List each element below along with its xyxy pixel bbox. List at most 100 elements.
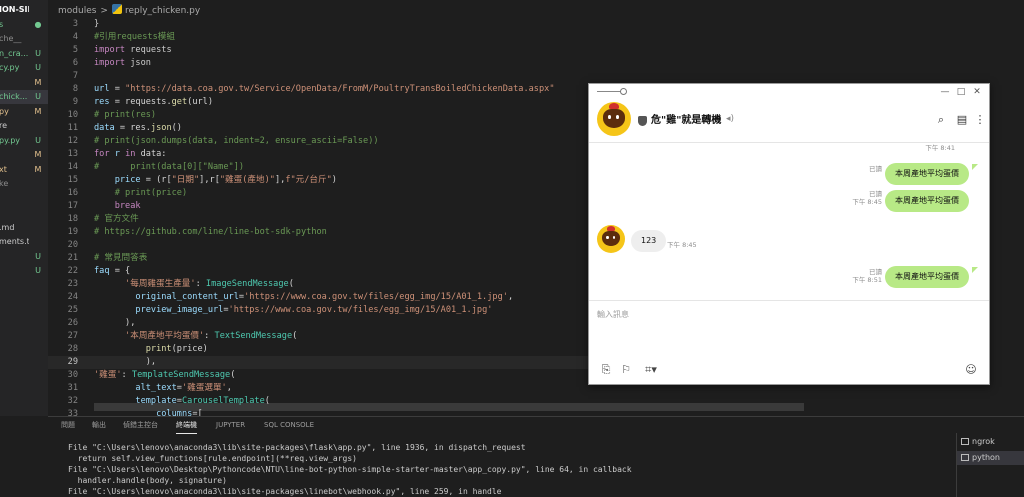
code-token: (: [264, 396, 270, 406]
code-token: # print(price): [94, 188, 188, 198]
code-line[interactable]: 5 import requests: [48, 44, 808, 57]
read-receipt: 已讀: [869, 165, 882, 173]
code-token: = requests.: [109, 97, 172, 107]
emoji-icon[interactable]: ☺: [964, 363, 978, 377]
breadcrumb-folder[interactable]: modules: [58, 6, 96, 16]
message-input[interactable]: [597, 306, 977, 322]
chat-header: 危"雞"就是轉機 ◂) ⌕ ▤ ⋮: [589, 100, 989, 143]
code-token: ),: [94, 357, 157, 367]
explorer-item[interactable]: [0, 192, 48, 206]
code-token: ,: [507, 292, 514, 302]
code-token: =: [109, 84, 126, 94]
chat-avatar[interactable]: [597, 102, 631, 136]
code-text: #引用requests模組: [94, 31, 175, 44]
explorer-item[interactable]: M: [0, 148, 48, 162]
message-bubble-in[interactable]: 123: [631, 230, 667, 252]
code-line[interactable]: 7: [48, 70, 808, 83]
explorer-item[interactable]: chick... U: [0, 90, 48, 104]
tab-jupyter[interactable]: JUPYTER: [216, 417, 245, 433]
code-line[interactable]: 3}: [48, 18, 808, 31]
terminal-icon: [961, 438, 969, 445]
explorer-item[interactable]: py M: [0, 105, 48, 119]
explorer-item[interactable]: s ●: [0, 18, 48, 32]
code-text: break: [94, 200, 141, 213]
explorer-item[interactable]: cy.py U: [0, 61, 48, 75]
explorer-item[interactable]: ke: [0, 177, 48, 191]
code-token: url: [94, 84, 110, 94]
tab-problems[interactable]: 問題: [61, 417, 75, 433]
minimize-button[interactable]: —: [939, 86, 951, 98]
window-title-bar[interactable]: — □ ✕: [589, 84, 989, 100]
explorer-item[interactable]: n_cra... U: [0, 47, 48, 61]
line-number: 8: [72, 84, 78, 94]
code-line[interactable]: 33 columns=[: [48, 408, 808, 416]
line-number: 18: [67, 214, 78, 224]
message-bubble-out[interactable]: 本周產地平均蛋價: [885, 266, 969, 288]
line-chat-window: — □ ✕ 危"雞"就是轉機 ◂) ⌕ ▤ ⋮ 下午 8:41 已讀 本周產地平…: [588, 83, 990, 385]
explorer-item[interactable]: che__: [0, 32, 48, 46]
explorer-item[interactable]: ments.txt: [0, 235, 48, 249]
message-area[interactable]: 下午 8:41 已讀 本周產地平均蛋價 已讀 下午 8:45 本周產地平均蛋價 …: [589, 143, 989, 300]
input-divider: [589, 300, 989, 301]
crop-icon[interactable]: ⌗▾: [641, 363, 661, 377]
code-line[interactable]: 32 template=CarouselTemplate(: [48, 395, 808, 408]
notes-icon[interactable]: ▤: [955, 113, 969, 127]
line-number: 26: [67, 318, 78, 328]
sender-avatar[interactable]: [597, 225, 625, 253]
code-token: # print(res): [94, 110, 157, 120]
code-token: template: [94, 396, 177, 406]
code-line[interactable]: 4 #引用requests模組: [48, 31, 808, 44]
code-token: '每周雞蛋生產量': [125, 279, 196, 289]
code-line[interactable]: 6 import json: [48, 57, 808, 70]
code-token: faq: [94, 266, 110, 276]
explorer-item[interactable]: xt M: [0, 163, 48, 177]
terminal-line: File "C:\Users\lenovo\anaconda3\lib\site…: [68, 487, 502, 496]
message-bubble-out[interactable]: 本周產地平均蛋價: [885, 163, 969, 185]
bookmark-icon[interactable]: ⚐: [619, 363, 633, 377]
tab-debug-console[interactable]: 偵錯主控台: [123, 417, 158, 433]
code-text: # 官方文件: [94, 213, 139, 226]
code-token: import: [94, 58, 126, 68]
more-icon[interactable]: ⋮: [973, 113, 987, 127]
breadcrumb-file[interactable]: reply_chicken.py: [125, 6, 200, 16]
code-token: #引用requests模組: [94, 32, 175, 42]
tab-output[interactable]: 輸出: [92, 417, 106, 433]
explorer-item[interactable]: .md: [0, 221, 48, 235]
code-token: alt_text: [94, 383, 177, 393]
chat-name[interactable]: 危"雞"就是轉機: [651, 114, 721, 128]
code-text: # print(res): [94, 109, 156, 122]
explorer-item-label: ments.txt: [0, 237, 29, 246]
explorer-item[interactable]: py.py U: [0, 134, 48, 148]
code-token: (: [292, 331, 298, 341]
attach-icon[interactable]: ⎘: [599, 363, 613, 377]
explorer-item[interactable]: M: [0, 76, 48, 90]
line-number: 20: [67, 240, 78, 250]
explorer-item[interactable]: U: [0, 264, 48, 278]
maximize-button[interactable]: □: [955, 86, 967, 98]
explorer-item[interactable]: [0, 206, 48, 220]
code-text: data = res.json(): [94, 122, 182, 135]
git-status-badge: U: [35, 135, 41, 145]
line-number: 11: [67, 123, 78, 133]
explorer-item-label: s: [0, 19, 4, 29]
line-number: 3: [72, 19, 78, 29]
line-number: 12: [67, 136, 78, 146]
code-token: https://github.com/line/line-bot-sdk-pyt…: [104, 227, 327, 237]
explorer-item[interactable]: re: [0, 119, 48, 133]
terminal-item-python[interactable]: python: [957, 451, 1024, 465]
opacity-slider[interactable]: [597, 88, 627, 95]
explorer-item[interactable]: U: [0, 250, 48, 264]
tab-sql-console[interactable]: SQL CONSOLE: [264, 417, 314, 433]
message-bubble-out[interactable]: 本周產地平均蛋價: [885, 190, 969, 212]
close-button[interactable]: ✕: [971, 86, 983, 98]
terminal-line: File "C:\Users\lenovo\Desktop\Pythoncode…: [68, 465, 632, 474]
search-icon[interactable]: ⌕: [934, 113, 948, 127]
terminal-item-ngrok[interactable]: ngrok: [957, 435, 1024, 449]
code-token: ],: [274, 175, 286, 185]
code-text: '每周雞蛋生產量': ImageSendMessage(: [94, 278, 294, 291]
tab-terminal[interactable]: 終端機: [176, 417, 197, 434]
explorer-item[interactable]: ION-SIMPL...: [0, 3, 48, 17]
python-file-icon: [111, 4, 122, 14]
code-token: ),: [94, 318, 136, 328]
